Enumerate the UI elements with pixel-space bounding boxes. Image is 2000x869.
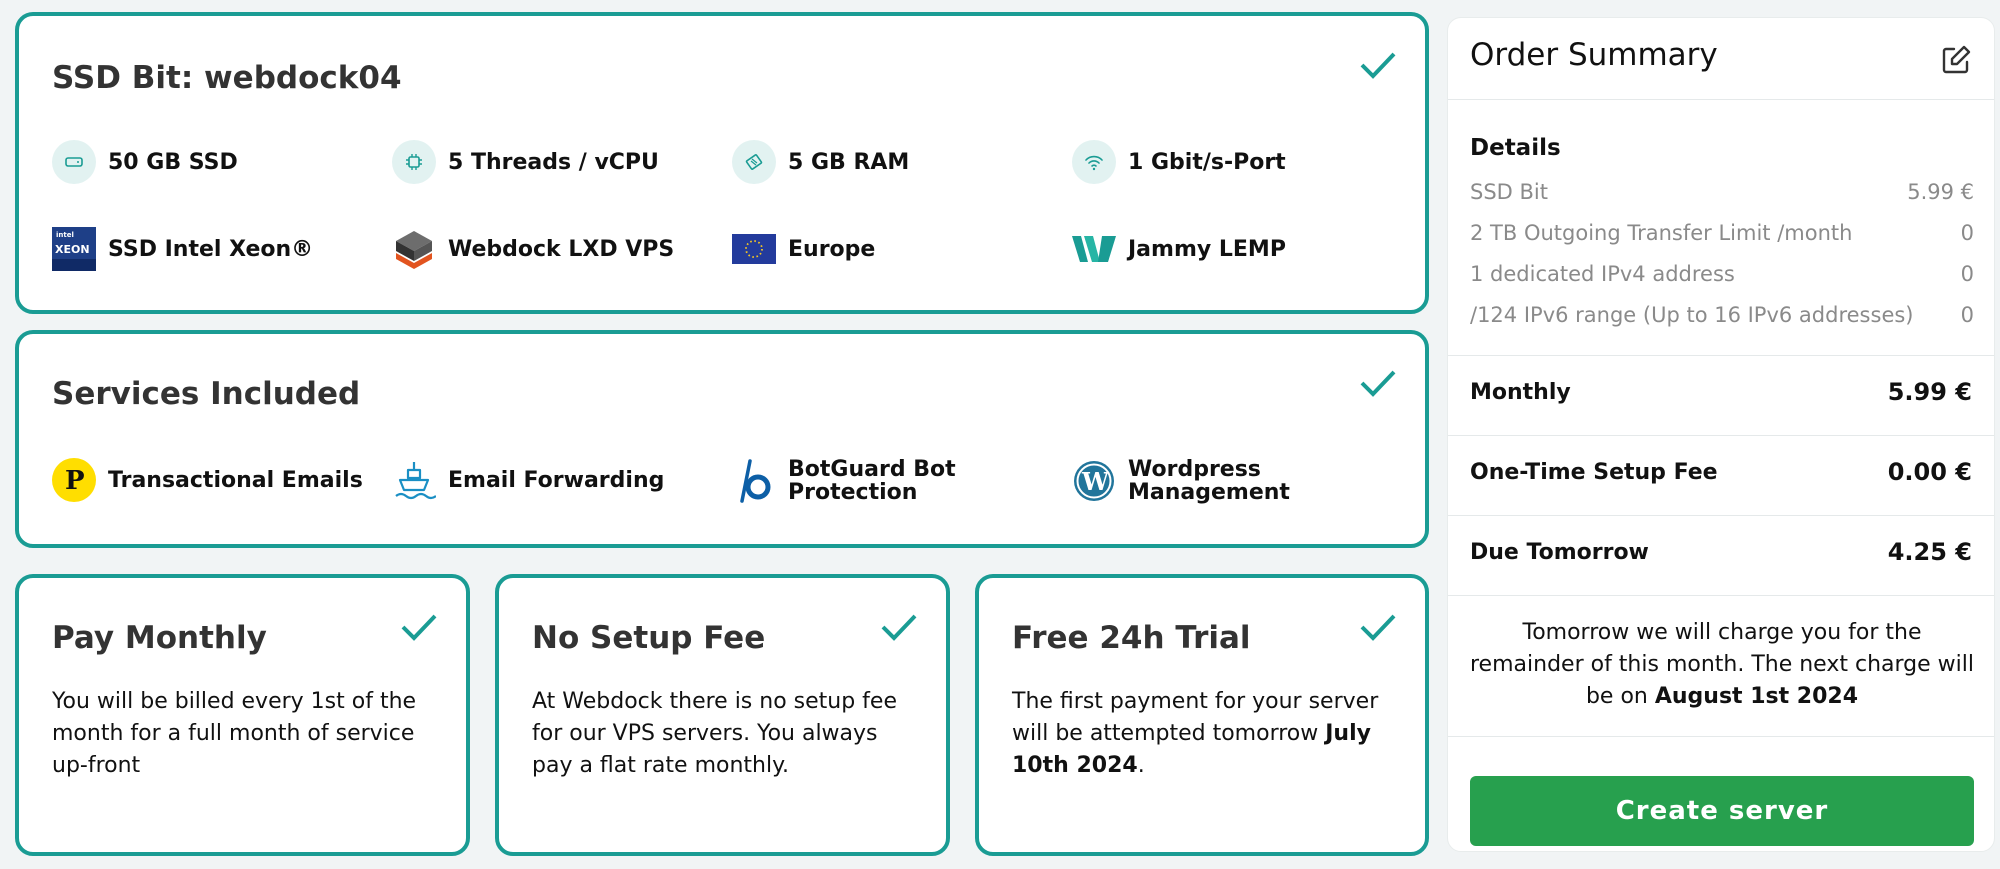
webdock-logo	[1072, 227, 1116, 271]
spec-stack: Jammy LEMP	[1072, 227, 1286, 271]
service-label: BotGuard Bot Protection	[788, 458, 956, 504]
svg-text:XEON: XEON	[55, 243, 90, 256]
botguard-logo	[732, 459, 776, 503]
spec-cpu: 5 Threads / vCPU	[392, 140, 659, 184]
due-tomorrow-label: Due Tomorrow	[1470, 540, 1649, 565]
service-wordpress: W Wordpress Management	[1072, 458, 1290, 504]
check-icon	[881, 614, 917, 641]
spec-cpu-brand: intel XEON SSD Intel Xeon®	[52, 227, 313, 271]
order-summary-panel: Order Summary Details SSD Bit 5.99 € 2 T…	[1447, 17, 1995, 852]
spec-label: 50 GB SSD	[108, 149, 238, 175]
spec-label: SSD Intel Xeon®	[108, 236, 314, 262]
detail-row: 1 dedicated IPv4 address 0	[1470, 262, 1974, 286]
services-card[interactable]: Services Included P Transactional Emails…	[15, 330, 1429, 548]
detail-value: 0	[1960, 303, 1974, 327]
spec-label: 5 Threads / vCPU	[448, 149, 659, 175]
spec-location: Europe	[732, 227, 875, 271]
wifi-icon	[1072, 140, 1116, 184]
due-tomorrow-value: 4.25 €	[1887, 538, 1972, 566]
check-icon	[1360, 370, 1396, 397]
setup-fee-row: One-Time Setup Fee 0.00 €	[1448, 435, 1994, 515]
setup-fee-value: 0.00 €	[1887, 458, 1972, 486]
detail-label: SSD Bit	[1470, 180, 1548, 204]
spec-label: Webdock LXD VPS	[448, 236, 675, 262]
detail-label: /124 IPv6 range (Up to 16 IPv6 addresses…	[1470, 303, 1914, 327]
order-summary-title: Order Summary	[1470, 37, 1718, 73]
divider	[1448, 595, 1994, 596]
spec-label: Europe	[788, 236, 876, 262]
monthly-value: 5.99 €	[1887, 378, 1972, 406]
info-card-text: The first payment for your server will b…	[1012, 686, 1397, 782]
check-icon	[1360, 52, 1396, 79]
spec-port: 1 Gbit/s-Port	[1072, 140, 1286, 184]
info-card-title: Pay Monthly	[52, 620, 267, 656]
due-tomorrow-row: Due Tomorrow 4.25 €	[1448, 515, 1994, 595]
info-card-text: You will be billed every 1st of the mont…	[52, 689, 417, 778]
info-card-title: Free 24h Trial	[1012, 620, 1251, 656]
spec-label: 5 GB RAM	[788, 149, 910, 175]
create-server-button[interactable]: Create server	[1470, 776, 1974, 846]
detail-label: 2 TB Outgoing Transfer Limit /month	[1470, 221, 1853, 245]
spec-label: Jammy LEMP	[1128, 236, 1286, 262]
service-email-forwarding: Email Forwarding	[392, 458, 664, 502]
spec-label: 1 Gbit/s-Port	[1128, 149, 1286, 175]
check-icon	[401, 614, 437, 641]
info-card-title: No Setup Fee	[532, 620, 766, 656]
info-card-text: At Webdock there is no setup fee for our…	[532, 689, 897, 778]
intel-xeon-logo: intel XEON	[52, 227, 96, 271]
spec-virtualization: Webdock LXD VPS	[392, 227, 674, 271]
lxd-logo	[392, 227, 436, 271]
detail-row: /124 IPv6 range (Up to 16 IPv6 addresses…	[1470, 303, 1974, 327]
wordpress-logo: W	[1072, 459, 1116, 503]
trial-text-end: .	[1137, 753, 1145, 778]
detail-value: 0	[1960, 262, 1974, 286]
detail-value: 5.99 €	[1907, 180, 1974, 204]
svg-text:P: P	[65, 466, 85, 496]
no-setup-fee-card[interactable]: No Setup Fee At Webdock there is no setu…	[495, 574, 950, 856]
pay-monthly-card[interactable]: Pay Monthly You will be billed every 1st…	[15, 574, 470, 856]
service-botguard: BotGuard Bot Protection	[732, 458, 956, 504]
services-title: Services Included	[52, 376, 361, 412]
detail-label: 1 dedicated IPv4 address	[1470, 262, 1735, 286]
disk-icon	[52, 140, 96, 184]
free-trial-card[interactable]: Free 24h Trial The first payment for you…	[975, 574, 1429, 856]
service-label-line2: Protection	[788, 480, 918, 505]
cpu-icon	[392, 140, 436, 184]
plan-card[interactable]: SSD Bit: webdock04 50 GB SSD 5 Threads /…	[15, 12, 1429, 314]
service-label: Transactional Emails	[108, 467, 363, 493]
check-icon	[1360, 614, 1396, 641]
spec-ram: 5 GB RAM	[732, 140, 909, 184]
edit-icon[interactable]	[1940, 44, 1972, 76]
svg-text:intel: intel	[56, 231, 74, 239]
divider	[1448, 736, 1994, 737]
service-label: Email Forwarding	[448, 467, 665, 493]
spec-disk: 50 GB SSD	[52, 140, 238, 184]
charge-note: Tomorrow we will charge you for the rema…	[1468, 617, 1976, 713]
setup-fee-label: One-Time Setup Fee	[1470, 460, 1718, 485]
service-transactional-emails: P Transactional Emails	[52, 458, 363, 502]
detail-value: 0	[1960, 221, 1974, 245]
postmark-logo: P	[52, 458, 96, 502]
order-summary-header: Order Summary	[1448, 18, 1994, 100]
svg-text:W: W	[1081, 467, 1110, 496]
ram-icon	[732, 140, 776, 184]
details-heading: Details	[1470, 135, 1561, 161]
service-label-line1: BotGuard Bot	[788, 457, 956, 482]
service-label: Wordpress Management	[1128, 458, 1290, 504]
plan-title: SSD Bit: webdock04	[52, 60, 402, 96]
monthly-row: Monthly 5.99 €	[1448, 355, 1994, 435]
detail-row: SSD Bit 5.99 €	[1470, 180, 1974, 204]
monthly-label: Monthly	[1470, 380, 1571, 405]
eu-flag-icon	[732, 227, 776, 271]
detail-row: 2 TB Outgoing Transfer Limit /month 0	[1470, 221, 1974, 245]
trial-text: The first payment for your server will b…	[1012, 689, 1379, 746]
email-ship-icon	[392, 458, 436, 502]
service-label-line2: Management	[1128, 480, 1290, 505]
next-charge-date: August 1st 2024	[1654, 684, 1859, 709]
service-label-line1: Wordpress	[1128, 457, 1261, 482]
